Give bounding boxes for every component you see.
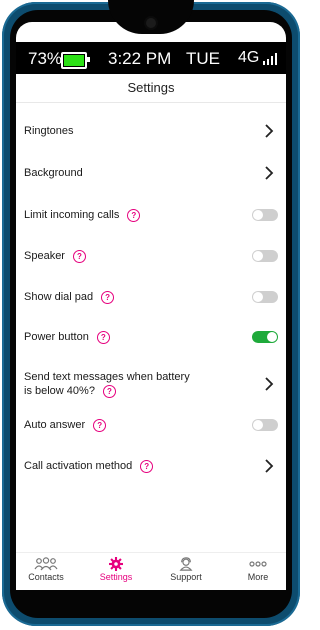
- settings-row-label: Power button?: [24, 330, 110, 344]
- settings-row-label: Call activation method?: [24, 459, 154, 473]
- settings-row[interactable]: Call activation method?: [16, 451, 286, 481]
- day: TUE: [186, 49, 220, 68]
- settings-row-label: Auto answer?: [24, 418, 107, 432]
- settings-row[interactable]: Background: [16, 158, 286, 188]
- battery-fill: [64, 55, 84, 66]
- more-dots-icon: [249, 561, 267, 567]
- bottom-nav: Contacts Settings Support More: [16, 552, 286, 590]
- help-icon[interactable]: ?: [102, 384, 116, 398]
- chevron-right-icon[interactable]: [262, 377, 276, 391]
- help-icon[interactable]: ?: [140, 459, 154, 473]
- help-icon[interactable]: ?: [127, 208, 141, 222]
- settings-row-label: Show dial pad?: [24, 290, 115, 304]
- settings-row[interactable]: Power button?: [16, 322, 286, 352]
- nav-contacts[interactable]: Contacts: [16, 557, 76, 582]
- chevron-right-icon[interactable]: [262, 459, 276, 473]
- help-icon[interactable]: ?: [96, 330, 110, 344]
- toggle-knob: [253, 420, 263, 430]
- toggle-switch[interactable]: [252, 419, 278, 431]
- page-title: Settings: [16, 74, 286, 103]
- nav-contacts-label: Contacts: [28, 572, 64, 582]
- front-camera: [146, 18, 156, 28]
- help-icon[interactable]: ?: [101, 290, 115, 304]
- settings-row-text: Limit incoming calls: [24, 209, 120, 221]
- settings-row[interactable]: Auto answer?: [16, 410, 286, 440]
- settings-row-text: Call activation method: [24, 460, 133, 472]
- nav-support-label: Support: [170, 572, 202, 582]
- toggle-switch[interactable]: [252, 331, 278, 343]
- toggle-knob: [253, 251, 263, 261]
- settings-row-text: Power button: [24, 331, 89, 343]
- toggle-switch[interactable]: [252, 209, 278, 221]
- support-icon: [179, 557, 193, 571]
- signal-icon: [263, 53, 277, 65]
- help-icon[interactable]: ?: [93, 418, 107, 432]
- settings-row-text: Show dial pad: [24, 291, 94, 303]
- battery-percent: 73%: [28, 49, 63, 68]
- settings-row-label: Ringtones: [24, 124, 74, 138]
- chevron-right-icon[interactable]: [262, 124, 276, 138]
- toggle-knob: [267, 332, 277, 342]
- nav-settings-label: Settings: [99, 572, 133, 582]
- chevron-right-icon[interactable]: [262, 166, 276, 180]
- settings-row-label: Send text messages when battery is below…: [24, 370, 194, 398]
- settings-row-label: Limit incoming calls?: [24, 208, 141, 222]
- status-bar: 73% 3:22 PM TUE 4G: [16, 42, 286, 74]
- toggle-switch[interactable]: [252, 291, 278, 303]
- settings-row[interactable]: Send text messages when battery is below…: [16, 366, 286, 402]
- gear-icon: [109, 557, 123, 571]
- nav-support[interactable]: Support: [156, 557, 216, 582]
- battery-icon: [61, 52, 90, 69]
- help-icon[interactable]: ?: [72, 249, 86, 263]
- settings-row-text: Ringtones: [24, 125, 74, 137]
- settings-row-label: Background: [24, 166, 83, 180]
- settings-row-text: Background: [24, 167, 83, 179]
- nav-more-label: More: [247, 572, 269, 582]
- toggle-knob: [253, 292, 263, 302]
- settings-row-label: Speaker?: [24, 249, 86, 263]
- settings-row-text: Auto answer: [24, 419, 86, 431]
- settings-row[interactable]: Speaker?: [16, 241, 286, 271]
- toggle-switch[interactable]: [252, 250, 278, 262]
- settings-row[interactable]: Limit incoming calls?: [16, 200, 286, 230]
- clock: 3:22 PM: [108, 49, 172, 68]
- contacts-icon: [34, 557, 58, 571]
- network-type: 4G: [238, 49, 260, 66]
- nav-more[interactable]: More: [228, 557, 288, 582]
- toggle-knob: [253, 210, 263, 220]
- settings-row-text: Speaker: [24, 250, 65, 262]
- nav-settings[interactable]: Settings: [86, 557, 146, 582]
- settings-row[interactable]: Show dial pad?: [16, 282, 286, 312]
- settings-row[interactable]: Ringtones: [16, 116, 286, 146]
